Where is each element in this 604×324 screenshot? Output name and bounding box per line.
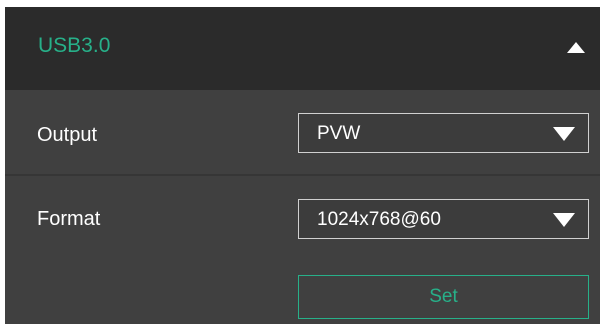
format-select-value: 1024x768@60 bbox=[317, 209, 441, 230]
panel-title: USB3.0 bbox=[38, 34, 111, 57]
caret-down-icon bbox=[552, 211, 576, 229]
format-select[interactable]: 1024x768@60 bbox=[298, 199, 589, 239]
output-select[interactable]: PVW bbox=[298, 113, 589, 153]
panel-header[interactable]: USB3.0 bbox=[5, 7, 600, 90]
output-row: Output PVW bbox=[5, 91, 600, 176]
format-label: Format bbox=[37, 208, 101, 230]
set-button[interactable]: Set bbox=[298, 275, 589, 319]
chevron-up-icon[interactable] bbox=[564, 35, 588, 59]
usb-settings-panel: USB3.0 Output PVW Format 1024x768@60 Set bbox=[5, 7, 600, 324]
output-select-value: PVW bbox=[317, 123, 361, 144]
output-label: Output bbox=[37, 124, 98, 146]
format-row: Format 1024x768@60 bbox=[5, 176, 600, 254]
caret-down-icon bbox=[552, 125, 576, 143]
